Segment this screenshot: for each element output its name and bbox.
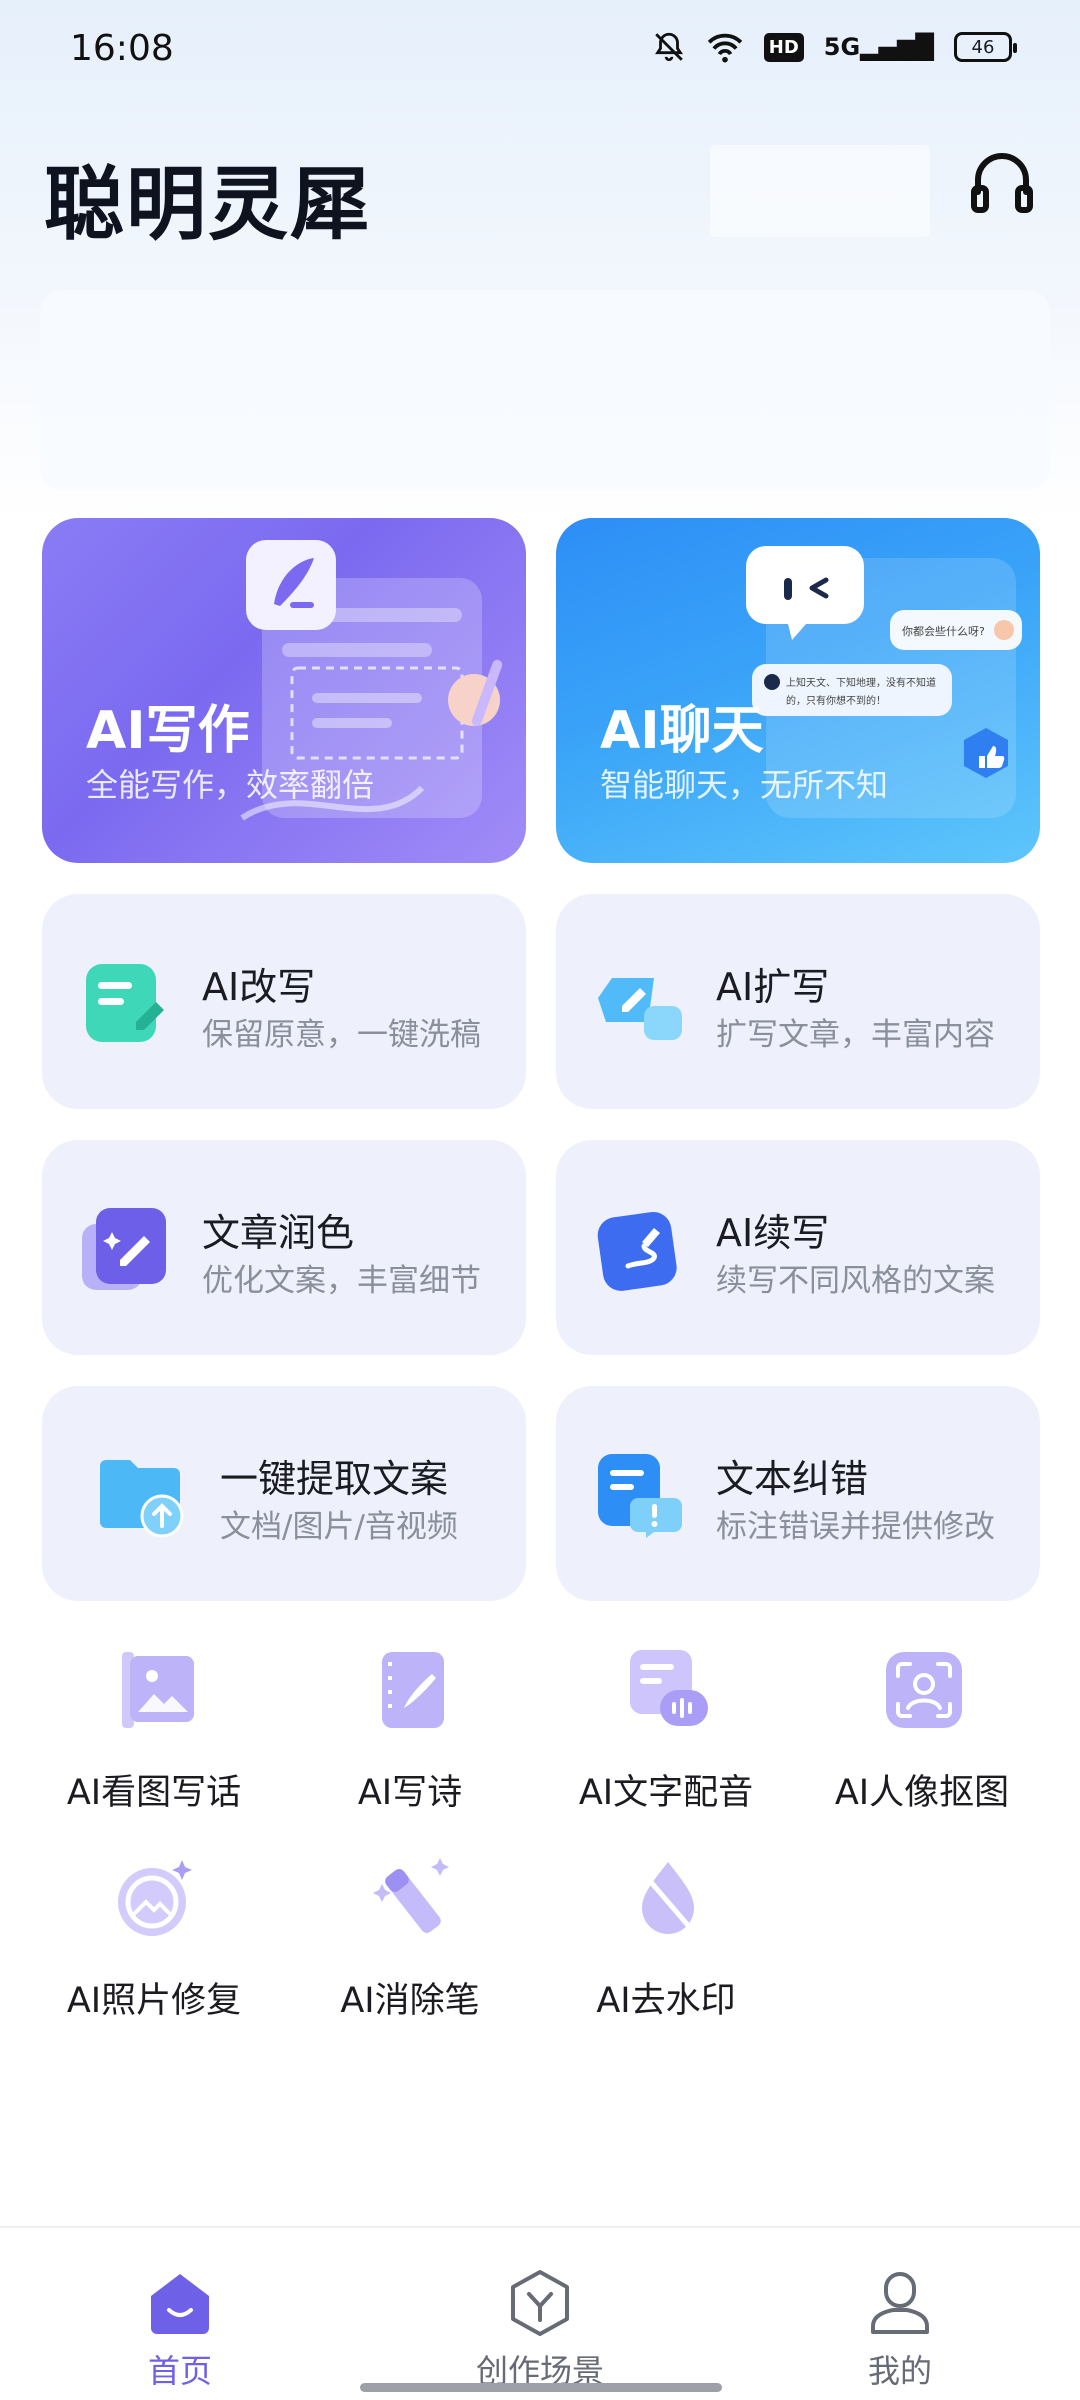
- nav-mine[interactable]: 我的: [770, 2228, 1030, 2390]
- photo-restore-icon: [118, 1860, 192, 1936]
- feature-polish-subtitle: 优化文案，丰富细节: [202, 1263, 481, 1299]
- feature-ai-continue-title: AI续写: [716, 1211, 830, 1255]
- chat-answer-line2: 的，只有你想不到的！: [786, 694, 886, 707]
- bottom-navigation: 首页 创作场景 我的: [0, 2226, 1080, 2400]
- feature-ai-expand-subtitle: 扩写文章，丰富内容: [716, 1017, 995, 1053]
- ai-chat-subtitle: 智能聊天，无所不知: [600, 766, 889, 804]
- expand-icon: [598, 978, 682, 1040]
- tool-photo-restore[interactable]: AI照片修复: [24, 1854, 284, 2044]
- ai-chat-title: AI聊天: [600, 701, 764, 761]
- app-title: 聪明灵犀: [44, 158, 372, 251]
- ai-writing-subtitle: 全能写作，效率翻倍: [86, 766, 375, 804]
- ai-writing-title: AI写作: [86, 701, 250, 761]
- picture-writing-icon: [122, 1652, 194, 1728]
- tool-picture-writing[interactable]: AI看图写话: [24, 1646, 284, 1836]
- tool-poem-label: AI写诗: [357, 1773, 463, 1813]
- header-placeholder: [710, 145, 930, 237]
- network-type: 5G: [823, 33, 861, 61]
- magic-eraser-icon: [373, 1858, 449, 1933]
- feature-ai-expand-title: AI扩写: [716, 965, 830, 1009]
- battery-icon: 46: [954, 32, 1017, 62]
- chat-question-text: 你都会些什么呀?: [902, 624, 985, 638]
- hd-badge: HD: [763, 32, 804, 62]
- status-time: 16:08: [70, 28, 174, 69]
- feature-polish-title: 文章润色: [202, 1211, 355, 1255]
- home-indicator[interactable]: [360, 2383, 722, 2392]
- tool-portrait-cutout[interactable]: AI人像抠图: [792, 1646, 1052, 1836]
- tool-text-to-speech-label: AI文字配音: [578, 1773, 754, 1813]
- tool-watermark-remove[interactable]: AI去水印: [536, 1854, 796, 2044]
- feature-text-correction-subtitle: 标注错误并提供修改: [716, 1509, 995, 1545]
- status-icons: HD 5G▂▄▆█ 46: [652, 30, 1017, 64]
- feature-ai-expand[interactable]: AI扩写 扩写文章，丰富内容: [556, 894, 1040, 1109]
- feature-ai-continue-subtitle: 续写不同风格的文案: [716, 1263, 995, 1299]
- tool-photo-restore-label: AI照片修复: [66, 1981, 242, 2021]
- feature-extract-text-subtitle: 文档/图片/音视频: [220, 1509, 458, 1545]
- ai-chat-card[interactable]: 你都会些什么呀? 上知天文、下知地理，没有不知道 的，只有你想不到的！ AI聊天…: [556, 518, 1040, 863]
- feature-ai-continue[interactable]: AI续写 续写不同风格的文案: [556, 1140, 1040, 1355]
- feature-extract-text[interactable]: 一键提取文案 文档/图片/音视频: [42, 1386, 526, 1601]
- hexagon-scene-icon: [511, 2270, 569, 2336]
- chat-answer-line1: 上知天文、下知地理，没有不知道: [786, 676, 936, 689]
- feature-ai-rewrite[interactable]: AI改写 保留原意，一键洗稿: [42, 894, 526, 1109]
- voice-dubbing-icon: [630, 1650, 708, 1726]
- headset-icon[interactable]: [970, 150, 1034, 220]
- tool-eraser-label: AI消除笔: [340, 1981, 480, 2021]
- poem-book-icon: [382, 1652, 444, 1728]
- status-bar: 16:08 HD 5G▂▄▆█ 46: [0, 0, 1080, 100]
- nav-home-label: 首页: [147, 2352, 212, 2390]
- feature-ai-rewrite-subtitle: 保留原意，一键洗稿: [202, 1017, 481, 1053]
- tool-poem[interactable]: AI写诗: [280, 1646, 540, 1836]
- nav-mine-label: 我的: [867, 2352, 932, 2390]
- tool-portrait-cutout-label: AI人像抠图: [834, 1773, 1010, 1813]
- watermark-remove-icon: [641, 1862, 695, 1934]
- ai-writing-card[interactable]: AI写作 全能写作，效率翻倍: [42, 518, 526, 863]
- feature-text-correction-title: 文本纠错: [716, 1457, 869, 1501]
- nav-creation-scenes[interactable]: 创作场景: [410, 2228, 670, 2390]
- feature-extract-text-title: 一键提取文案: [220, 1457, 449, 1501]
- rewrite-icon: [86, 964, 164, 1042]
- wifi-icon: [707, 33, 742, 63]
- tool-picture-writing-label: AI看图写话: [66, 1773, 242, 1813]
- text-correction-icon: [598, 1454, 682, 1538]
- user-icon: [871, 2271, 929, 2334]
- home-icon: [151, 2274, 209, 2334]
- banner-area[interactable]: [40, 290, 1050, 490]
- feature-polish[interactable]: 文章润色 优化文案，丰富细节: [42, 1140, 526, 1355]
- feature-ai-rewrite-title: AI改写: [202, 965, 316, 1009]
- signal-icon: 5G▂▄▆█: [823, 33, 934, 61]
- bell-muted-icon: [654, 32, 683, 62]
- nav-home[interactable]: 首页: [50, 2228, 310, 2390]
- folder-upload-icon: [100, 1460, 184, 1538]
- continue-icon: [597, 1211, 677, 1291]
- feature-text-correction[interactable]: 文本纠错 标注错误并提供修改: [556, 1386, 1040, 1601]
- tool-text-to-speech[interactable]: AI文字配音: [536, 1646, 796, 1836]
- battery-level: 46: [971, 36, 995, 58]
- polish-icon: [82, 1208, 166, 1290]
- portrait-cutout-icon: [886, 1652, 962, 1728]
- tool-watermark-remove-label: AI去水印: [596, 1981, 736, 2021]
- tool-eraser[interactable]: AI消除笔: [280, 1854, 540, 2044]
